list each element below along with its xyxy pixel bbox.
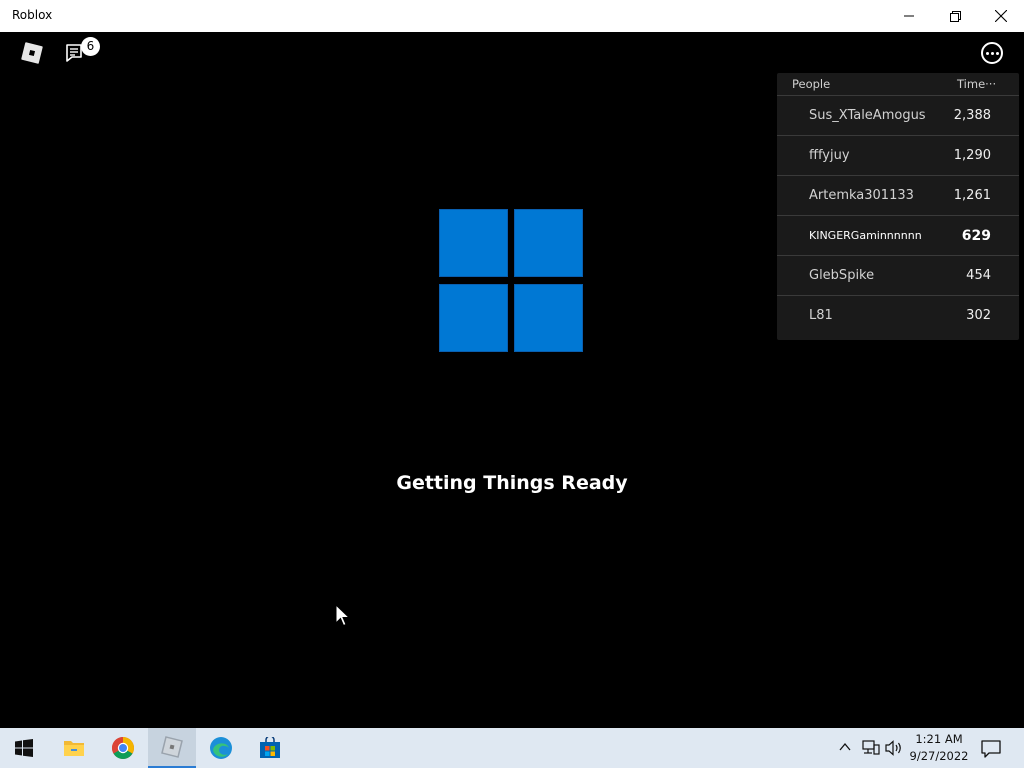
more-icon-dot bbox=[995, 51, 999, 55]
player-name: KINGERGaminnnnnn bbox=[809, 229, 922, 242]
leaderboard-row[interactable]: Sus_XTaleAmogus 2,388 bbox=[777, 95, 1019, 135]
chrome-icon bbox=[112, 737, 134, 759]
player-score: 302 bbox=[966, 308, 991, 323]
taskbar-file-explorer[interactable] bbox=[50, 728, 98, 768]
leaderboard-row[interactable]: Artemka301133 1,261 bbox=[777, 175, 1019, 215]
loading-status-text: Getting Things Ready bbox=[396, 472, 628, 494]
leaderboard-column-people: People bbox=[792, 77, 831, 91]
tray-chevron-up-icon[interactable] bbox=[838, 740, 852, 754]
more-icon-dot bbox=[985, 51, 989, 55]
player-name: L81 bbox=[809, 308, 833, 323]
taskbar-chrome[interactable] bbox=[99, 728, 147, 768]
player-name: Artemka301133 bbox=[809, 188, 914, 203]
player-leaderboard[interactable]: People Time··· Sus_XTaleAmogus 2,388 fff… bbox=[777, 73, 1019, 340]
player-score: 629 bbox=[961, 228, 991, 244]
taskbar-roblox[interactable] bbox=[148, 728, 196, 768]
clock-time: 1:21 AM bbox=[915, 732, 963, 746]
game-viewport[interactable]: 6 Getting Things Ready People Time··· Su… bbox=[0, 32, 1024, 728]
leaderboard-row-local-player[interactable]: KINGERGaminnnnnn 629 bbox=[777, 215, 1019, 255]
leaderboard-row[interactable]: L81 302 bbox=[777, 295, 1019, 335]
player-score: 2,388 bbox=[953, 108, 991, 123]
loading-logo bbox=[439, 209, 584, 352]
minimize-button[interactable] bbox=[886, 0, 932, 32]
more-icon-dot bbox=[990, 51, 994, 55]
chat-badge: 6 bbox=[81, 37, 100, 56]
window-title-bar[interactable]: Roblox bbox=[0, 0, 1024, 32]
player-score: 1,261 bbox=[953, 188, 991, 203]
network-icon[interactable] bbox=[862, 740, 880, 756]
close-icon bbox=[995, 10, 1007, 22]
restore-icon bbox=[949, 10, 961, 22]
volume-icon[interactable] bbox=[885, 740, 903, 756]
taskbar-microsoft-store[interactable] bbox=[246, 728, 294, 768]
player-name: Sus_XTaleAmogus bbox=[809, 108, 926, 123]
taskbar-edge[interactable] bbox=[197, 728, 245, 768]
roblox-icon bbox=[161, 736, 183, 758]
logo-tile bbox=[439, 209, 508, 277]
minimize-icon bbox=[904, 15, 914, 17]
roblox-menu-button[interactable] bbox=[20, 41, 44, 65]
leaderboard-row[interactable]: fffyjuy 1,290 bbox=[777, 135, 1019, 175]
leaderboard-column-time: Time··· bbox=[957, 77, 997, 91]
logo-tile bbox=[439, 284, 508, 352]
edge-icon bbox=[210, 737, 232, 759]
leaderboard-row[interactable]: GlebSpike 454 bbox=[777, 255, 1019, 295]
mouse-cursor-icon bbox=[335, 604, 351, 627]
player-name: fffyjuy bbox=[809, 148, 850, 163]
logo-tile bbox=[514, 209, 583, 277]
start-button[interactable] bbox=[0, 728, 48, 768]
taskbar-clock[interactable]: 1:21 AM 9/27/2022 bbox=[906, 731, 972, 765]
roblox-logo-icon bbox=[21, 42, 43, 64]
close-button[interactable] bbox=[978, 0, 1024, 32]
file-explorer-icon bbox=[64, 741, 84, 756]
leaderboard-header: People Time··· bbox=[777, 73, 1019, 95]
notification-icon bbox=[981, 740, 1001, 758]
player-score: 454 bbox=[966, 268, 991, 283]
taskbar: 1:21 AM 9/27/2022 bbox=[0, 728, 1024, 768]
logo-tile bbox=[514, 284, 583, 352]
more-options-button[interactable] bbox=[981, 42, 1003, 64]
clock-date: 9/27/2022 bbox=[909, 749, 969, 763]
player-score: 1,290 bbox=[953, 148, 991, 163]
notification-center-button[interactable] bbox=[978, 736, 1004, 762]
window-title: Roblox bbox=[12, 8, 53, 22]
microsoft-store-icon bbox=[260, 737, 280, 758]
start-icon bbox=[15, 739, 33, 757]
player-name: GlebSpike bbox=[809, 268, 875, 283]
restore-button[interactable] bbox=[932, 0, 978, 32]
